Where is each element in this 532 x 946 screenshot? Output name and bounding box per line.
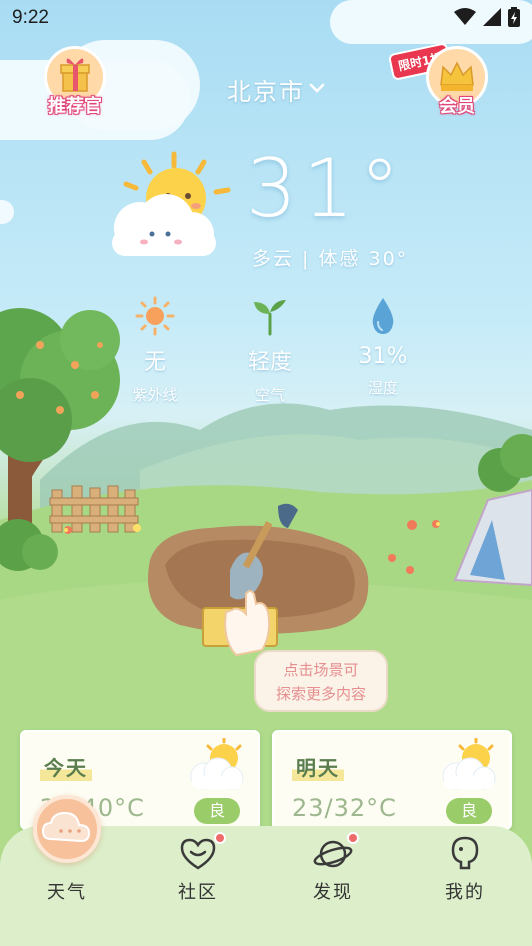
weather-scene[interactable]: 9:22 推荐官 北京市 限时1折 会员 31° 多云 | 体感 30° 无 紫… [0,0,532,946]
current-temperature: 31° [246,142,406,235]
forecast-day: 明天 [292,752,344,781]
tab-profile-label: 我的 [445,882,485,903]
sun-cloud-icon [190,738,244,790]
water-drop-icon [372,298,394,334]
forecast-temp-range: 23/32°C [292,794,397,822]
aqi-badge: 良 [446,798,492,824]
explore-hint-line1: 点击场景可 [283,661,359,679]
profile-icon [451,836,479,870]
forecast-card-tomorrow[interactable]: 明天 23/32°C 良 [272,730,512,830]
forecast-day: 今天 [40,752,92,781]
uv-label: 紫外线 [132,386,178,404]
tab-weather-label: 天气 [47,882,87,903]
membership-button[interactable]: 会员 [422,46,492,118]
air-metric[interactable]: 轻度 空气 [225,296,315,405]
explore-hint-line2: 探索更多内容 [275,685,366,703]
cloud-icon [41,811,91,843]
air-value: 轻度 [247,350,292,375]
heart-chat-icon [180,838,216,870]
sprout-icon [254,300,286,336]
humidity-value: 31% [358,344,408,369]
weather-condition: 多云 | 体感 30° [252,248,409,270]
status-time: 9:22 [12,7,49,28]
air-label: 空气 [254,386,285,404]
status-icons [454,7,520,27]
battery-icon [508,7,520,27]
sun-cloud-icon [442,738,496,790]
uv-value: 无 [143,350,166,375]
tab-community-label: 社区 [178,882,218,903]
uv-metric[interactable]: 无 紫外线 [110,296,200,405]
tab-discover-label: 发现 [313,882,353,903]
status-bar: 9:22 [0,0,532,36]
tab-weather-active-indicator[interactable] [33,795,101,863]
notification-badge [347,832,359,844]
signal-icon [483,8,501,26]
explore-hint-bubble[interactable]: 点击场景可 探索更多内容 [254,650,388,712]
aqi-badge: 良 [194,798,240,824]
wifi-icon [454,8,476,25]
notification-badge [214,832,226,844]
sun-cloud-icon [112,151,231,256]
humidity-label: 湿度 [367,379,398,397]
humidity-metric[interactable]: 31% 湿度 [338,296,428,398]
chevron-down-icon[interactable] [309,82,325,94]
membership-label: 会员 [439,96,475,117]
sun-icon [135,296,175,336]
